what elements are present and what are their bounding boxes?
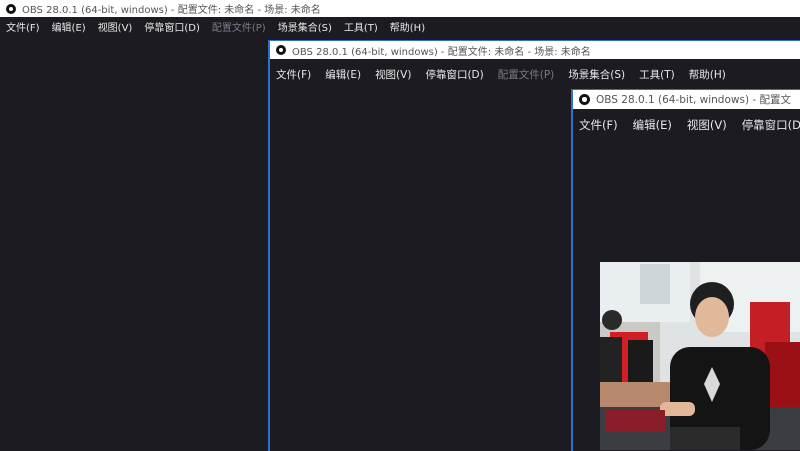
menu-view-nested-1: 视图(V)	[375, 68, 412, 81]
menu-help[interactable]: 帮助(H)	[390, 19, 425, 34]
menu-profile-nested-1: 配置文件(P)	[497, 68, 555, 81]
obs-logo-icon	[579, 94, 590, 105]
window-title-nested-1: OBS 28.0.1 (64-bit, windows) - 配置文件: 未命名…	[292, 46, 591, 58]
window-title: OBS 28.0.1 (64-bit, windows) - 配置文件: 未命名…	[22, 5, 321, 16]
menu-tools[interactable]: 工具(T)	[344, 19, 378, 34]
webcam-preview	[600, 262, 800, 450]
menu-scene-collection[interactable]: 场景集合(S)	[278, 19, 332, 34]
title-bar[interactable]: OBS 28.0.1 (64-bit, windows) - 配置文件: 未命名…	[0, 0, 800, 17]
menu-file-nested-1: 文件(F)	[276, 68, 312, 81]
title-bar-nested-2: OBS 28.0.1 (64-bit, windows) - 配置文	[573, 90, 800, 109]
menu-scene-collection-nested-1: 场景集合(S)	[568, 68, 626, 81]
menu-edit-nested-2: 编辑(E)	[632, 118, 672, 132]
menu-tools-nested-1: 工具(T)	[639, 68, 675, 81]
window-title-nested-2: OBS 28.0.1 (64-bit, windows) - 配置文	[596, 94, 792, 106]
menu-bar-nested-1: 文件(F) 编辑(E) 视图(V) 停靠窗口(D) 配置文件(P) 场景集合(S…	[270, 64, 800, 84]
menu-bar: 文件(F) 编辑(E) 视图(V) 停靠窗口(D) 配置文件(P) 场景集合(S…	[0, 17, 800, 36]
obs-logo-icon	[276, 45, 286, 55]
menu-bar-nested-2: 文件(F) 编辑(E) 视图(V) 停靠窗口(D)	[573, 114, 800, 136]
title-bar-nested-1: OBS 28.0.1 (64-bit, windows) - 配置文件: 未命名…	[270, 41, 800, 59]
menu-view-nested-2: 视图(V)	[686, 118, 727, 132]
menu-profile: 配置文件(P)	[211, 23, 266, 34]
menu-file-nested-2: 文件(F)	[579, 118, 618, 132]
menu-docks-nested-2: 停靠窗口(D)	[741, 118, 800, 132]
menu-help-nested-1: 帮助(H)	[688, 68, 726, 81]
menu-edit[interactable]: 编辑(E)	[52, 19, 86, 34]
webcam-feed-image	[600, 262, 800, 450]
menu-edit-nested-1: 编辑(E)	[325, 68, 362, 81]
menu-view[interactable]: 视图(V)	[98, 19, 133, 34]
menu-docks-nested-1: 停靠窗口(D)	[425, 68, 484, 81]
menu-file[interactable]: 文件(F)	[6, 19, 40, 34]
obs-logo-icon	[6, 3, 16, 14]
menu-docks[interactable]: 停靠窗口(D)	[144, 19, 200, 34]
